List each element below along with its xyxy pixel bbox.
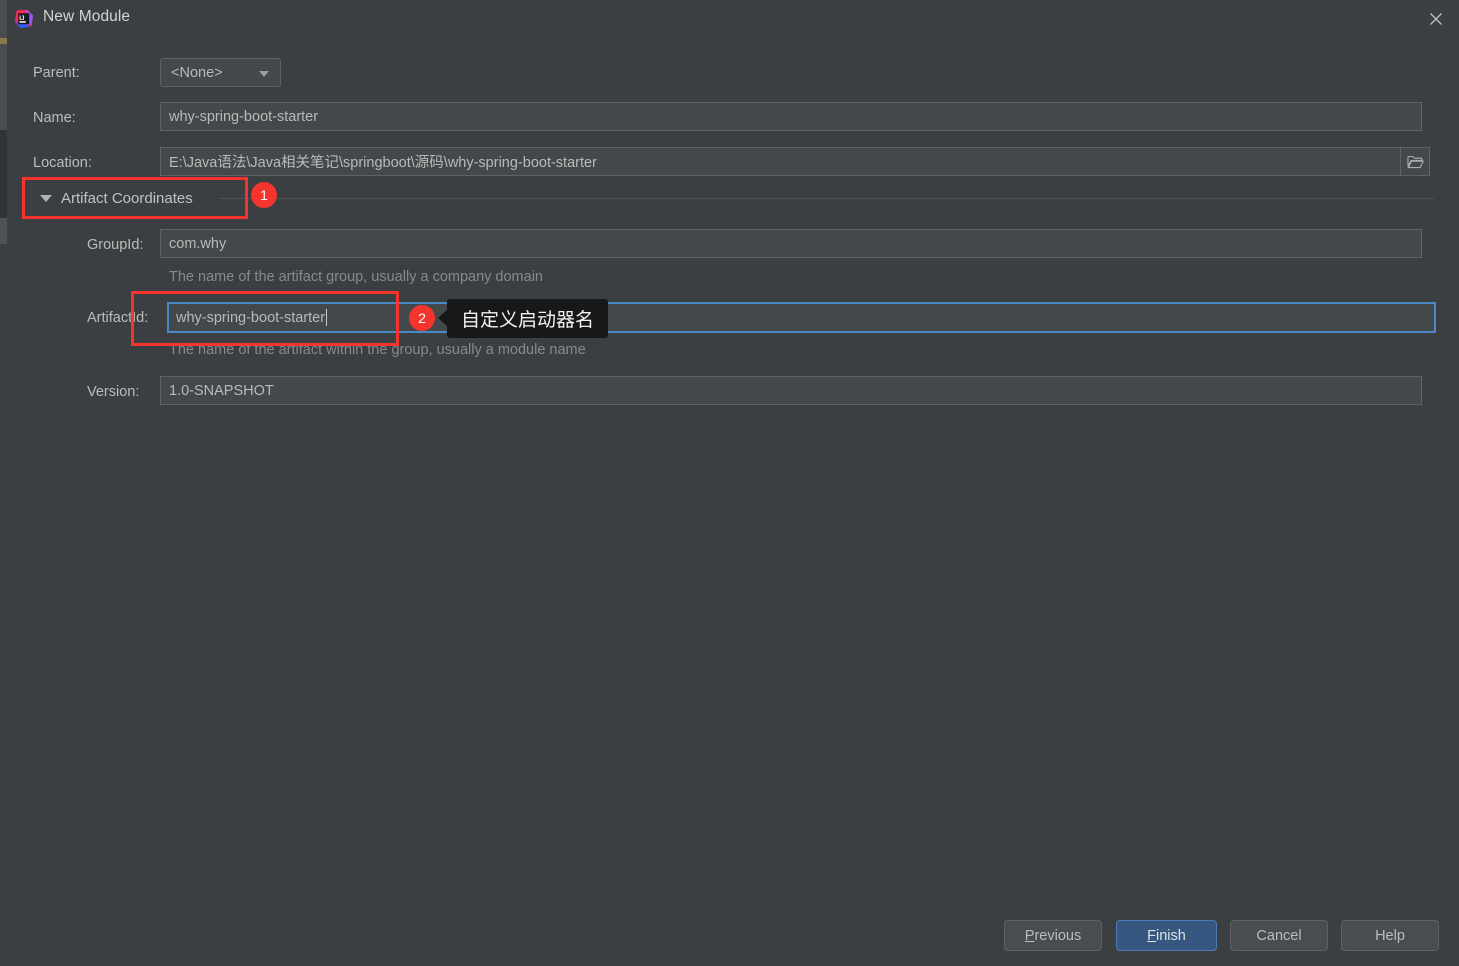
artifactid-hint: The name of the artifact within the grou… [169, 342, 586, 358]
chevron-down-icon [259, 71, 269, 77]
help-label: Help [1375, 927, 1405, 944]
svg-text:IJ: IJ [19, 15, 25, 22]
groupid-input-value: com.why [169, 235, 227, 252]
parent-dropdown-value: <None> [171, 64, 223, 81]
version-label: Version: [87, 384, 140, 400]
text-caret [326, 309, 328, 326]
parent-label: Parent: [33, 65, 80, 81]
cancel-label: Cancel [1256, 927, 1302, 944]
version-input[interactable]: 1.0-SNAPSHOT [160, 376, 1422, 405]
background-window-sliver [0, 0, 7, 966]
name-input[interactable]: why-spring-boot-starter [160, 102, 1422, 131]
close-icon[interactable] [1413, 0, 1459, 38]
finish-label-rest: inish [1156, 927, 1186, 944]
name-label: Name: [33, 110, 76, 126]
finish-mnemonic: F [1147, 927, 1157, 944]
dialog-title: New Module [43, 8, 131, 25]
artifact-coordinates-section-header[interactable]: Artifact Coordinates [40, 187, 193, 209]
location-input[interactable]: E:\Java语法\Java相关笔记\springboot\源码\why-spr… [160, 147, 1400, 176]
annotation-badge-1: 1 [251, 182, 277, 208]
cancel-button[interactable]: Cancel [1230, 920, 1328, 951]
version-input-value: 1.0-SNAPSHOT [169, 382, 274, 399]
triangle-down-icon [40, 194, 52, 202]
help-button[interactable]: Help [1341, 920, 1439, 951]
artifactid-input-value: why-spring-boot-starter [176, 309, 326, 326]
location-input-value: E:\Java语法\Java相关笔记\springboot\源码\why-spr… [169, 155, 597, 171]
intellij-idea-icon: IJ [14, 9, 34, 29]
annotation-tooltip: 自定义启动器名 [447, 299, 609, 338]
groupid-label: GroupId: [87, 237, 144, 253]
name-input-value: why-spring-boot-starter [169, 108, 319, 125]
artifactid-input[interactable]: why-spring-boot-starter [167, 302, 1436, 333]
annotation-badge-2: 2 [409, 305, 435, 331]
artifact-coordinates-label: Artifact Coordinates [61, 189, 193, 207]
previous-label-rest: revious [1034, 927, 1082, 944]
previous-mnemonic: P [1024, 927, 1035, 944]
folder-icon[interactable] [1400, 147, 1430, 176]
section-separator [220, 198, 1434, 199]
finish-button[interactable]: Finish [1116, 920, 1217, 951]
artifactid-label: ArtifactId: [87, 310, 149, 326]
groupid-hint: The name of the artifact group, usually … [169, 269, 543, 285]
new-module-dialog: IJ New Module Parent: <None> Name: why-s… [7, 0, 1459, 966]
location-label: Location: [33, 155, 92, 171]
previous-button[interactable]: Previous [1004, 920, 1102, 951]
dialog-titlebar: IJ New Module [7, 0, 1459, 38]
parent-dropdown[interactable]: <None> [160, 58, 281, 87]
groupid-input[interactable]: com.why [160, 229, 1422, 258]
